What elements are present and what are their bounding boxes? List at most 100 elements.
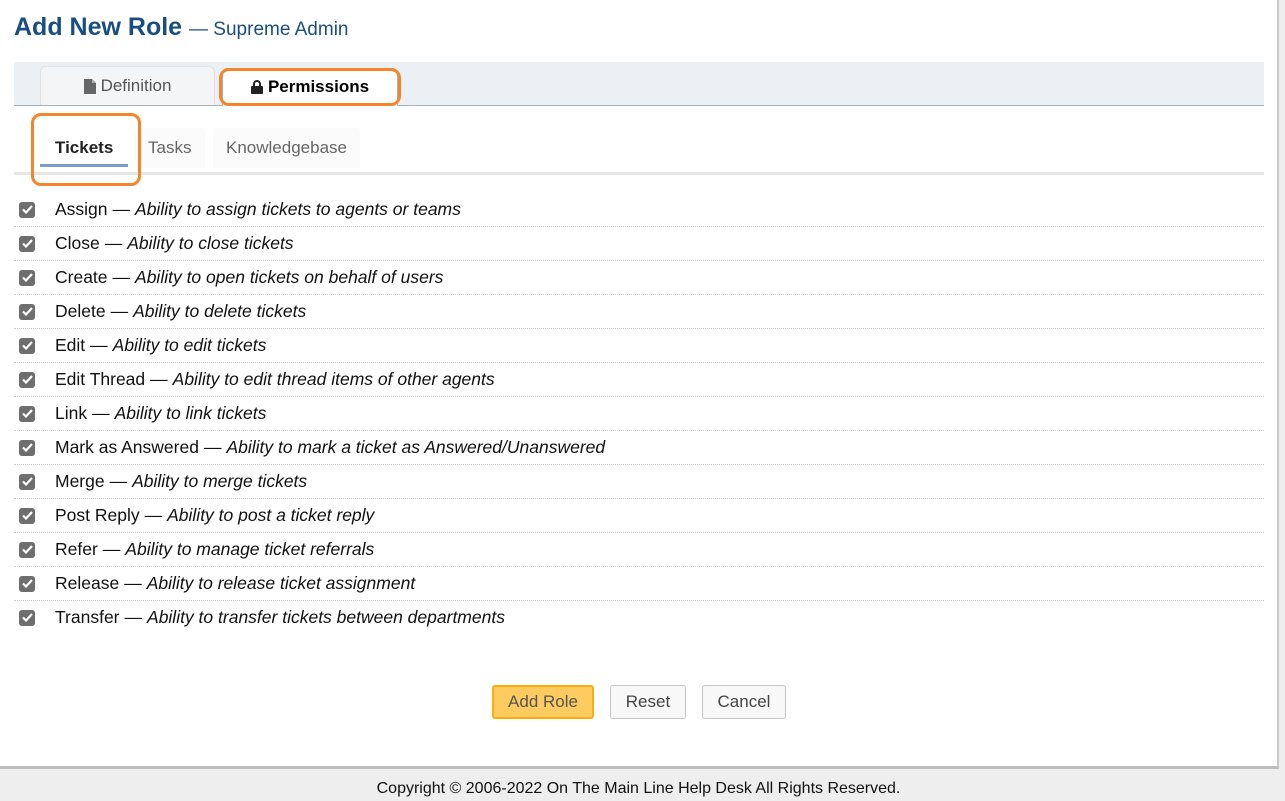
permission-separator: —: [104, 233, 123, 253]
permission-name: Assign: [55, 199, 108, 219]
tab-permissions[interactable]: Permissions: [222, 68, 398, 106]
permission-description: Ability to mark a ticket as Answered/Una…: [226, 437, 606, 457]
checkmark-icon: [21, 307, 33, 316]
permission-name: Merge: [55, 471, 105, 491]
file-icon: [83, 78, 96, 94]
permission-name: Link: [55, 403, 88, 423]
page-container: Add New Role — Supreme Admin Definition …: [0, 0, 1279, 769]
permission-separator: —: [144, 505, 163, 525]
checkmark-icon: [21, 341, 33, 350]
checkmark-icon: [21, 613, 33, 622]
permission-name: Release: [55, 573, 120, 593]
checkmark-icon: [21, 205, 33, 214]
permission-checkbox[interactable]: [19, 575, 35, 592]
permission-description: Ability to release ticket assignment: [146, 573, 416, 593]
main-tabs: Definition Permissions: [14, 62, 1264, 106]
checkmark-icon: [21, 579, 33, 588]
tab-permissions-label: Permissions: [267, 77, 370, 96]
permission-checkbox[interactable]: [19, 303, 35, 320]
permission-description: Ability to open tickets on behalf of use…: [135, 267, 444, 287]
checkmark-icon: [21, 443, 33, 452]
permission-separator: —: [102, 539, 121, 559]
checkmark-icon: [21, 273, 33, 282]
permission-checkbox[interactable]: [19, 473, 35, 490]
permission-row: Release — Ability to release ticket assign…: [14, 567, 1264, 601]
permission-row: Edit — Ability to edit tickets: [14, 329, 1264, 363]
permission-name: Mark as Answered: [55, 437, 199, 457]
permission-separator: —: [112, 199, 131, 219]
reset-button[interactable]: Reset: [610, 685, 686, 719]
permission-name: Post Reply: [55, 505, 140, 525]
permission-name: Delete: [55, 301, 106, 321]
permission-checkbox[interactable]: [19, 609, 35, 626]
permission-description: Ability to link tickets: [114, 403, 267, 423]
permission-description: Ability to edit tickets: [112, 335, 267, 355]
permission-checkbox[interactable]: [19, 371, 35, 388]
permission-checkbox[interactable]: [19, 337, 35, 354]
checkmark-icon: [21, 375, 33, 384]
tab-definition[interactable]: Definition: [40, 66, 215, 105]
checkmark-icon: [21, 409, 33, 418]
permission-separator: —: [110, 301, 129, 321]
checkmark-icon: [21, 477, 33, 486]
permission-checkbox[interactable]: [19, 439, 35, 456]
subtab-tasks-label: Tasks: [148, 138, 192, 157]
permission-separator: —: [203, 437, 222, 457]
subtab-knowledgebase[interactable]: Knowledgebase: [213, 128, 360, 168]
permission-name: Edit Thread: [55, 369, 146, 389]
permission-description: Ability to delete tickets: [133, 301, 307, 321]
footer-copyright: Copyright © 2006-2022 On The Main Line H…: [376, 780, 901, 797]
permission-row: Delete — Ability to delete tickets: [14, 295, 1264, 329]
checkmark-icon: [21, 511, 33, 520]
permission-row: Refer — Ability to manage ticket referrals: [14, 533, 1264, 567]
cancel-button[interactable]: Cancel: [702, 685, 786, 719]
permission-checkbox[interactable]: [19, 269, 35, 286]
permission-separator: —: [109, 471, 128, 491]
subtab-tickets[interactable]: Tickets: [40, 128, 129, 168]
permission-row: Create — Ability to open tickets on behalf…: [14, 261, 1264, 295]
checkmark-icon: [21, 545, 33, 554]
permission-list: Assign — Ability to assign tickets to agen…: [14, 193, 1264, 634]
permission-row: Mark as Answered — Ability to mark a ticke…: [14, 431, 1264, 465]
subtab-tickets-label: Tickets: [55, 138, 114, 157]
tab-definition-label: Definition: [100, 76, 172, 95]
permission-checkbox[interactable]: [19, 541, 35, 558]
add-role-button[interactable]: Add Role: [492, 685, 594, 719]
permission-row: Close — Ability to close tickets: [14, 227, 1264, 261]
permission-name: Refer: [55, 539, 98, 559]
page-title-text: Add New Role: [14, 13, 183, 41]
permission-name: Transfer: [55, 607, 120, 627]
permission-separator: —: [112, 267, 131, 287]
subtab-knowledgebase-label: Knowledgebase: [226, 138, 347, 157]
permission-name: Create: [55, 267, 108, 287]
page-title: Add New Role — Supreme Admin: [14, 13, 349, 42]
permission-description: Ability to manage ticket referrals: [125, 539, 375, 559]
permission-checkbox[interactable]: [19, 201, 35, 218]
permission-row: Assign — Ability to assign tickets to agen…: [14, 193, 1264, 227]
permission-checkbox[interactable]: [19, 507, 35, 524]
permission-row: Link — Ability to link tickets: [14, 397, 1264, 431]
permission-description: Ability to transfer tickets between depa…: [147, 607, 505, 627]
permission-separator: —: [92, 403, 110, 423]
permission-description: Ability to close tickets: [127, 233, 294, 253]
permission-separator: —: [124, 607, 143, 627]
permission-row: Edit Thread — Ability to edit thread items…: [14, 363, 1264, 397]
permission-subtabs: Tickets Tasks Knowledgebase: [14, 128, 1264, 175]
permission-name: Edit: [55, 335, 86, 355]
permission-checkbox[interactable]: [19, 235, 35, 252]
page-subtitle: — Supreme Admin: [189, 19, 349, 40]
checkmark-icon: [21, 239, 33, 248]
lock-icon: [250, 80, 263, 94]
permission-checkbox[interactable]: [19, 405, 35, 422]
permission-row: Merge — Ability to merge tickets: [14, 465, 1264, 499]
form-buttons: Add Role Reset Cancel: [0, 685, 1277, 719]
permission-separator: —: [90, 335, 108, 355]
permission-name: Close: [55, 233, 100, 253]
subtab-tasks[interactable]: Tasks: [134, 128, 206, 168]
permission-separator: —: [150, 369, 168, 389]
permission-separator: —: [124, 573, 142, 593]
permission-description: Ability to merge tickets: [132, 471, 308, 491]
permission-description: Ability to post a ticket reply: [167, 505, 375, 525]
permission-row: Transfer — Ability to transfer tickets bet…: [14, 601, 1264, 634]
permission-description: Ability to edit thread items of other ag…: [172, 369, 495, 389]
